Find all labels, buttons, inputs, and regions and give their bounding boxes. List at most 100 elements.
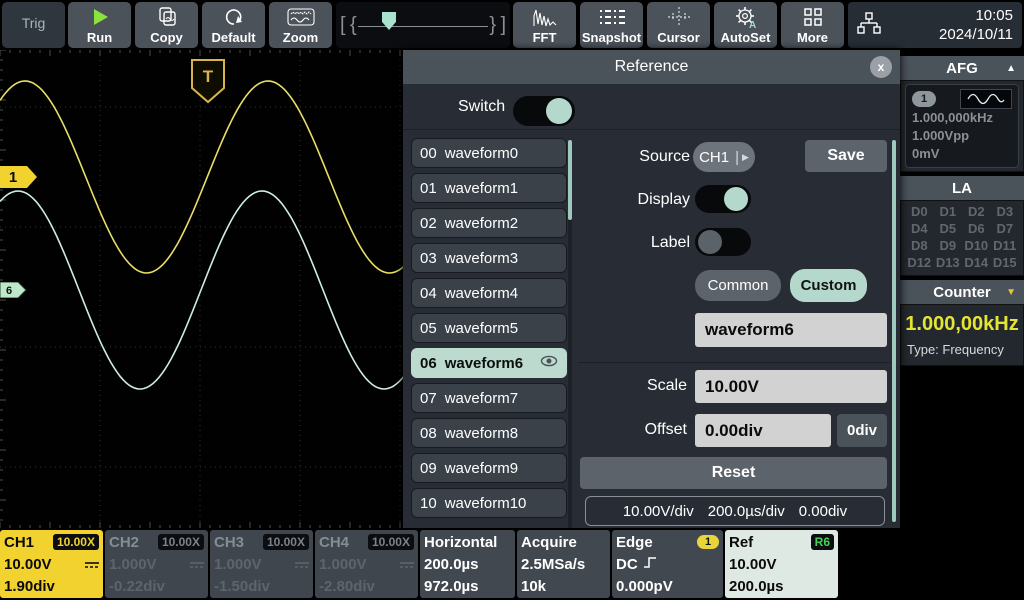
offset-label: Offset (567, 421, 687, 439)
source-label: Source (570, 148, 690, 166)
ch4-status-block[interactable]: CH4 10.00X 1.000V -2.80div (315, 530, 418, 598)
la-title: LA (952, 180, 972, 197)
trig-button[interactable]: Trig (2, 2, 65, 48)
panel-scrollbar[interactable] (892, 140, 896, 522)
la-ch-d2: D2 (962, 204, 991, 219)
dialog-header: Reference x (403, 50, 900, 84)
more-button[interactable]: More (781, 2, 844, 48)
list-item-waveform9[interactable]: 09waveform9 (411, 453, 567, 483)
list-item-waveform2[interactable]: 02waveform2 (411, 208, 567, 238)
counter-panel: Counter ▼ 1.000,00kHz Type: Frequency (900, 280, 1024, 366)
list-item-waveform5[interactable]: 05waveform5 (411, 313, 567, 343)
chevron-right-icon: ▶ (742, 152, 749, 163)
acquire-status-block[interactable]: Acquire 2.5MSa/s 10k (517, 530, 610, 598)
reset-circle-icon (223, 5, 245, 29)
zoom-button[interactable]: Zoom (269, 2, 332, 48)
la-panel: LA D0 D1 D2 D3 D4 D5 D6 D7 D8 D9 D10 D11… (900, 176, 1024, 276)
la-ch-d3: D3 (991, 204, 1020, 219)
dc-coupling-icon (85, 556, 99, 573)
autoset-label: AutoSet (721, 30, 771, 45)
counter-expand-icon[interactable]: ▼ (1006, 287, 1016, 298)
trigger-status-block[interactable]: Edge 1 DC 0.000pV (612, 530, 723, 598)
save-button[interactable]: Save (805, 140, 887, 172)
autoset-gear-icon: A (734, 5, 758, 29)
la-ch-d12: D12 (905, 255, 934, 270)
list-item-waveform4[interactable]: 04waveform4 (411, 278, 567, 308)
la-ch-d8: D8 (905, 238, 934, 253)
trigger-position-marker[interactable]: T (190, 58, 226, 109)
afg-collapse-icon[interactable]: ▲ (1006, 63, 1016, 74)
zoom-wave-icon (286, 5, 316, 29)
list-item-waveform1[interactable]: 01waveform1 (411, 173, 567, 203)
la-ch-d0: D0 (905, 204, 934, 219)
la-channel-grid[interactable]: D0 D1 D2 D3 D4 D5 D6 D7 D8 D9 D10 D11 D1… (900, 200, 1024, 276)
more-grid-icon (803, 5, 823, 29)
display-toggle[interactable] (695, 185, 751, 213)
dc-coupling-icon (400, 556, 414, 573)
reference-name-input[interactable] (695, 313, 887, 347)
slider-thumb[interactable] (382, 12, 396, 30)
switch-label: Switch (458, 98, 505, 116)
more-label: More (797, 30, 828, 45)
afg-title: AFG (946, 60, 978, 77)
dc-coupling-icon (295, 556, 309, 573)
common-button[interactable]: Common (695, 270, 781, 301)
label-toggle[interactable] (695, 228, 751, 256)
list-item-waveform3[interactable]: 03waveform3 (411, 243, 567, 273)
clock-date: 2024/10/11 (882, 25, 1013, 44)
snapshot-button[interactable]: Snapshot (580, 2, 643, 48)
horizontal-status-block[interactable]: Horizontal 200.0µs 972.0µs (420, 530, 515, 598)
reference-status-line: 10.00V/div 200.0µs/div 0.00div (585, 496, 885, 526)
list-item-waveform0[interactable]: 00waveform0 (411, 138, 567, 168)
list-item-waveform10[interactable]: 10waveform10 (411, 488, 567, 518)
autoset-button[interactable]: A AutoSet (714, 2, 777, 48)
afg-panel: AFG ▲ 1 1.000,000kHz 1.000Vpp 0m (900, 56, 1024, 172)
clock-panel[interactable]: 10:05 2024/10/11 (848, 2, 1022, 48)
snapshot-list-icon (598, 5, 626, 29)
list-item-waveform8[interactable]: 08waveform8 (411, 418, 567, 448)
afg-body[interactable]: 1 1.000,000kHz 1.000Vpp 0mV (900, 80, 1024, 172)
ref-status-block[interactable]: Ref R6 10.00V 200.0µs (725, 530, 838, 598)
fft-button[interactable]: FFT (513, 2, 576, 48)
status-scale: 10.00V/div (623, 503, 694, 520)
default-button[interactable]: Default (202, 2, 265, 48)
trigger-marker-letter: T (203, 67, 214, 86)
counter-header[interactable]: Counter ▼ (900, 280, 1024, 304)
zero-div-button[interactable]: 0div (837, 414, 887, 447)
reference-dialog: Reference x Switch 00waveform0 01wavefor… (403, 50, 900, 528)
copy-button[interactable]: Copy (135, 2, 198, 48)
offset-input[interactable] (695, 414, 831, 447)
ref6-level-marker[interactable]: 6 (0, 282, 27, 303)
status-offset: 0.00div (799, 503, 847, 520)
cursor-button[interactable]: Cursor (647, 2, 710, 48)
ref-slot-badge: R6 (811, 534, 834, 550)
la-ch-d5: D5 (934, 221, 963, 236)
custom-button[interactable]: Custom (790, 269, 867, 302)
ch3-status-block[interactable]: CH3 10.00X 1.000V -1.50div (210, 530, 313, 598)
cursor-label: Cursor (657, 30, 700, 45)
la-header[interactable]: LA (900, 176, 1024, 200)
source-value: CH1 (699, 149, 729, 166)
horizontal-position-slider[interactable]: [ { } ] (336, 2, 510, 48)
la-ch-d7: D7 (991, 221, 1020, 236)
dialog-title: Reference (615, 58, 689, 76)
close-icon[interactable]: x (870, 56, 892, 78)
ch2-status-block[interactable]: CH2 10.00X 1.000V -0.22div (105, 530, 208, 598)
la-ch-d13: D13 (934, 255, 963, 270)
source-select[interactable]: CH1 | ▶ (693, 142, 755, 172)
afg-amplitude: 1.000Vpp (912, 127, 1012, 145)
scale-input[interactable] (695, 370, 887, 403)
reference-switch-toggle[interactable] (513, 96, 575, 126)
run-button[interactable]: Run (68, 2, 131, 48)
afg-header[interactable]: AFG ▲ (900, 56, 1024, 80)
list-item-waveform7[interactable]: 07waveform7 (411, 383, 567, 413)
reset-button[interactable]: Reset (580, 457, 887, 489)
ch1-status-block[interactable]: CH1 10.00X 10.00V 1.90div (0, 530, 103, 598)
network-icon (856, 10, 882, 41)
ch1-level-marker[interactable]: 1 (0, 166, 38, 193)
trig-label: Trig (22, 16, 46, 31)
ch3-probe-badge: 10.00X (263, 534, 309, 550)
ch2-probe-badge: 10.00X (158, 534, 204, 550)
counter-body[interactable]: 1.000,00kHz Type: Frequency (900, 304, 1024, 366)
list-item-waveform6-selected[interactable]: 06waveform6 (411, 348, 567, 378)
